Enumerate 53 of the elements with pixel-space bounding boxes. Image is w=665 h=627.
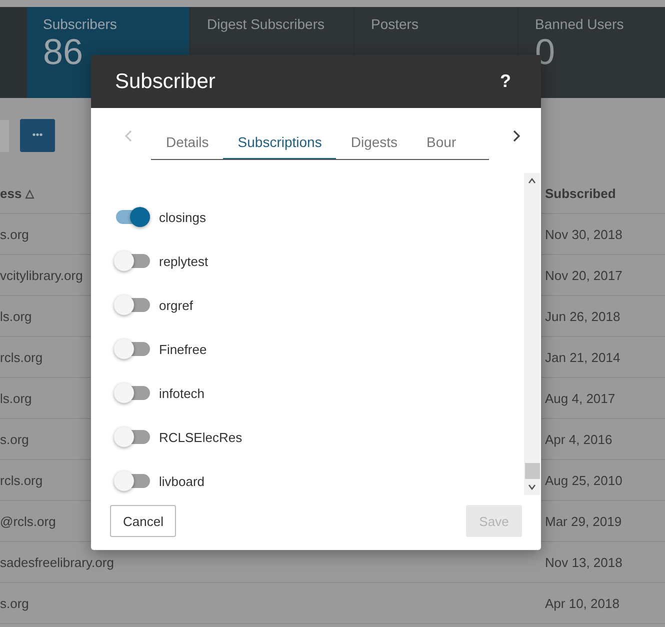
table-cell: Aug 4, 2017 [545,390,616,406]
table-cell: Apr 4, 2016 [545,432,612,446]
table-cell: rcls.org [0,472,43,488]
tab[interactable]: Subscriptions [222,134,336,158]
stat-label: Digest Subscribers [207,16,324,32]
sort-indicator: △ [26,186,34,200]
subscription-label: infotech [159,386,205,400]
table-cell: vcitylibrary.org [0,268,83,282]
table-cell: Jan 21, 2014 [545,350,620,364]
stat-label: Banned Users [535,16,624,32]
more-button[interactable]: ••• [20,119,55,152]
tab[interactable]: Digests [336,134,412,158]
toggle-switch[interactable] [114,339,150,359]
column-header[interactable]: Subscribed [545,186,616,200]
toggle-switch[interactable] [114,207,150,227]
table-cell: Jun 26, 2018 [545,308,620,324]
toggle-switch[interactable] [114,471,150,491]
column-header[interactable]: ess [0,186,22,200]
tab[interactable]: Bour [412,134,470,158]
scroll-down-icon[interactable] [528,483,536,491]
scrollbar-thumb[interactable] [524,463,540,479]
table-cell: Apr 10, 2018 [545,596,620,610]
toggle-switch[interactable] [114,251,150,271]
stat-value: 86 [43,32,84,72]
table-cell: s.org [0,226,29,242]
scrollbar[interactable] [524,173,540,495]
tab[interactable]: Details [151,134,223,158]
help-button[interactable]: ? [500,71,511,92]
table-cell: Aug 25, 2010 [545,472,622,488]
stat-label: Posters [371,16,418,32]
table-cell: s.org [0,432,29,446]
table-cell: s.org [0,596,29,610]
subscription-label: RCLSElecRes [159,430,242,444]
table-cell: Nov 30, 2018 [545,226,622,242]
stat-label: Subscribers [43,16,117,32]
table-cell: ls.org [0,308,32,324]
cancel-button[interactable]: Cancel [110,505,176,537]
table-cell: ls.org [0,390,32,406]
subscription-label: replytest [159,254,208,268]
toggle-switch[interactable] [114,295,150,315]
table-cell: Nov 20, 2017 [545,268,622,282]
subscription-label: orgref [159,298,193,312]
subscription-label: closings [159,210,206,224]
table-cell: @rcls.org [0,514,56,528]
table-cell: Mar 29, 2019 [545,514,622,528]
table-cell: Nov 13, 2018 [545,554,622,570]
subscription-label: livboard [159,474,205,488]
toggle-switch[interactable] [114,383,150,403]
scroll-up-icon[interactable] [528,177,536,185]
table-cell: sadesfreelibrary.org [0,554,114,570]
subscription-label: Finefree [159,342,207,356]
toggle-switch[interactable] [114,427,150,447]
table-cell: rcls.org [0,350,43,364]
